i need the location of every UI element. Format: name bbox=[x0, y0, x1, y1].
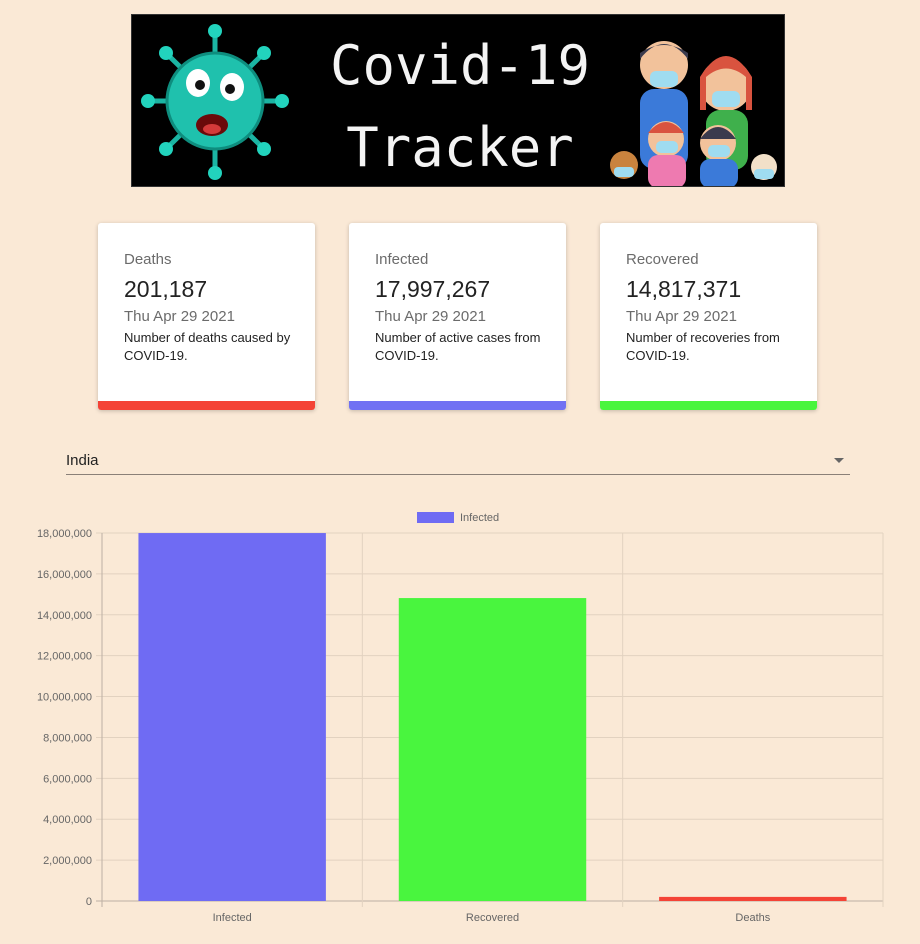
banner-title-line1: Covid-19 bbox=[329, 34, 591, 97]
card-value: 201,187 bbox=[124, 276, 208, 302]
card-date: Thu Apr 29 2021 bbox=[626, 308, 737, 325]
virus-icon bbox=[141, 24, 289, 180]
y-tick-label: 14,000,000 bbox=[37, 610, 92, 622]
card-date: Thu Apr 29 2021 bbox=[124, 308, 235, 325]
banner-title-line2: Tracker bbox=[346, 116, 574, 179]
cases-bar-chart: 0 2,000,000 4,000,000 6,000,000 8,000,000 10,… bbox=[37, 512, 884, 924]
legend-swatch[interactable] bbox=[417, 512, 454, 523]
bar-recovered[interactable] bbox=[398, 598, 587, 901]
banner-title: Covid-19 Tracker bbox=[302, 25, 618, 186]
y-tick-label: 8,000,000 bbox=[43, 732, 92, 744]
bar-infected[interactable] bbox=[138, 533, 326, 901]
y-tick-label: 6,000,000 bbox=[43, 773, 92, 785]
card-label: Deaths bbox=[124, 251, 172, 268]
y-tick-label: 4,000,000 bbox=[43, 814, 92, 826]
y-tick-label: 2,000,000 bbox=[43, 855, 92, 867]
y-tick-label: 12,000,000 bbox=[37, 651, 92, 663]
x-tick-label: Recovered bbox=[466, 912, 519, 924]
card-color-strip bbox=[600, 401, 817, 410]
card-description: Number of active cases from COVID-19. bbox=[375, 330, 541, 363]
app-banner: Covid-19 Tracker bbox=[131, 14, 785, 187]
recovered-card: Recovered 14,817,371 Thu Apr 29 2021 Num… bbox=[600, 223, 817, 410]
card-value: 17,997,267 bbox=[375, 276, 491, 302]
masked-family-icon bbox=[610, 41, 777, 186]
y-tick-label: 0 bbox=[86, 896, 92, 908]
bar-deaths[interactable] bbox=[659, 896, 847, 901]
card-color-strip bbox=[349, 401, 566, 410]
x-tick-label: Deaths bbox=[735, 912, 770, 924]
card-description: Number of deaths caused by COVID-19. bbox=[124, 330, 291, 363]
y-tick-label: 18,000,000 bbox=[37, 528, 92, 540]
chevron-down-icon[interactable] bbox=[834, 458, 844, 463]
card-value: 14,817,371 bbox=[626, 276, 742, 302]
card-date: Thu Apr 29 2021 bbox=[375, 308, 486, 325]
deaths-card: Deaths 201,187 Thu Apr 29 2021 Number of… bbox=[98, 223, 315, 410]
y-tick-label: 10,000,000 bbox=[37, 692, 92, 704]
x-tick-label: Infected bbox=[213, 912, 252, 924]
country-select-value: India bbox=[66, 452, 99, 469]
card-label: Recovered bbox=[626, 251, 699, 268]
legend-label[interactable]: Infected bbox=[460, 512, 499, 524]
card-description: Number of recoveries from COVID-19. bbox=[626, 330, 780, 363]
country-select[interactable]: India bbox=[66, 447, 850, 475]
infected-card: Infected 17,997,267 Thu Apr 29 2021 Numb… bbox=[349, 223, 566, 410]
y-tick-label: 16,000,000 bbox=[37, 569, 92, 581]
card-color-strip bbox=[98, 401, 315, 410]
card-label: Infected bbox=[375, 251, 429, 268]
